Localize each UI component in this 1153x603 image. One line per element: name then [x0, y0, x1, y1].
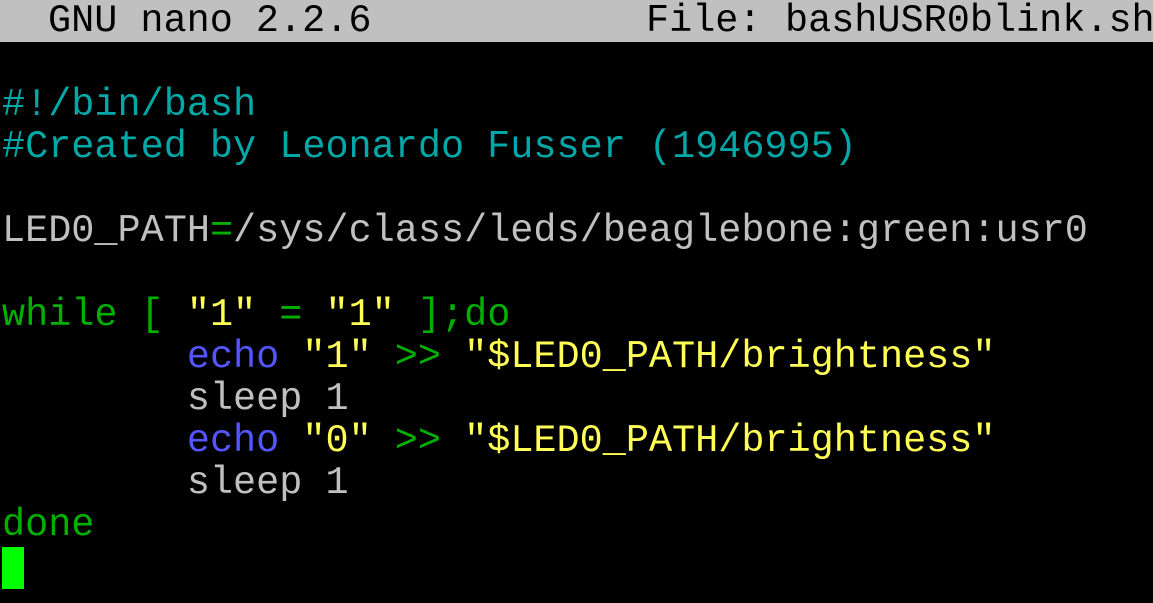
file-label: File: [646, 0, 762, 43]
code-token: "1" [186, 293, 257, 337]
code-token: sleep 1 [2, 377, 349, 421]
code-token: ];do [394, 293, 511, 337]
code-token: /sys/class/leds/beaglebone:green:usr0 [233, 209, 1088, 253]
code-token: "0" [302, 419, 372, 463]
line-comment-author: #Created by Leonardo Fusser (1946995) [2, 126, 1088, 168]
code-token: sleep 1 [2, 461, 349, 505]
terminal-window[interactable]: GNU nano 2.2.6 File: bashUSR0blink.sh #!… [0, 0, 1153, 603]
line-assignment: LED0_PATH=/sys/class/leds/beaglebone:gre… [2, 210, 1088, 252]
code-token: LED0_PATH [2, 209, 210, 253]
code-token: #Created by Leonardo Fusser (1946995) [2, 125, 857, 169]
line-echo-0: echo "0" >> "$LED0_PATH/brightness" [2, 420, 1088, 462]
code-token: = [209, 209, 234, 253]
line-blank-1 [2, 168, 1088, 210]
code-token: while [ [2, 293, 187, 337]
file-name: bashUSR0blink.sh [785, 0, 1153, 43]
editor-text-area[interactable]: #!/bin/bash #Created by Leonardo Fusser (… [2, 84, 1088, 546]
code-token: "$LED0_PATH/brightness" [464, 419, 996, 463]
text-cursor [2, 547, 24, 589]
code-token: echo [186, 419, 280, 463]
line-sleep-2: sleep 1 [2, 462, 1088, 504]
line-done: done [2, 504, 1088, 546]
code-token: echo [186, 335, 280, 379]
line-while: while [ "1" = "1" ];do [2, 294, 1088, 336]
code-token: #!/bin/bash [2, 83, 257, 127]
code-token: "1" [325, 293, 395, 337]
code-token: "1" [302, 335, 372, 379]
code-token: >> [371, 419, 465, 463]
line-blank-2 [2, 252, 1088, 294]
nano-title-bar: GNU nano 2.2.6 File: bashUSR0blink.sh [0, 0, 1153, 42]
code-token: done [2, 503, 95, 547]
line-shebang: #!/bin/bash [2, 84, 1088, 126]
code-token: >> [371, 335, 465, 379]
line-echo-1: echo "1" >> "$LED0_PATH/brightness" [2, 336, 1088, 378]
line-sleep-1: sleep 1 [2, 378, 1088, 420]
code-token: "$LED0_PATH/brightness" [464, 335, 996, 379]
code-token: = [256, 293, 326, 337]
editor-version-label: GNU nano 2.2.6 [48, 0, 372, 43]
